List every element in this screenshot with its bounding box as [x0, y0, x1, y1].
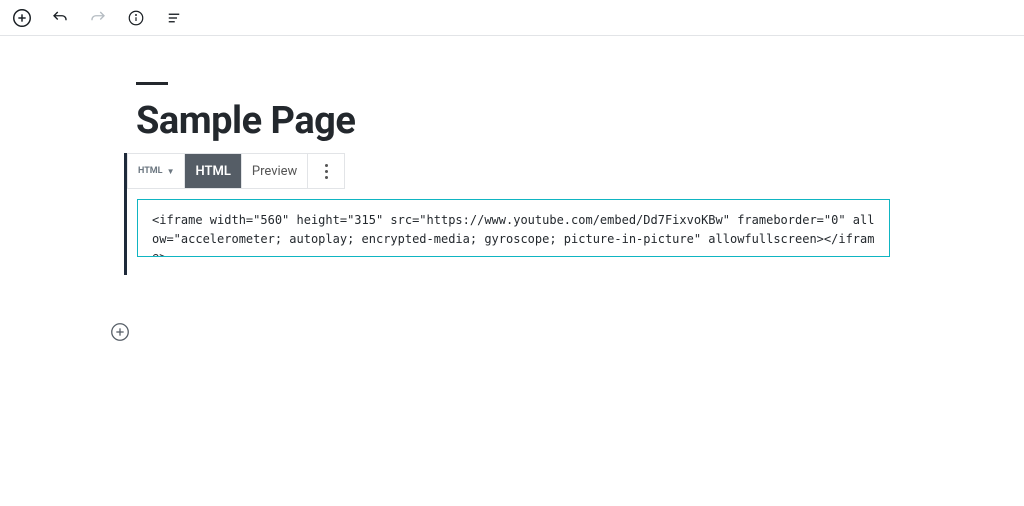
block-body — [127, 189, 900, 275]
tab-html[interactable]: HTML — [185, 154, 241, 188]
html-block: HTML ▼ HTML Preview — [124, 153, 900, 275]
page-title[interactable]: Sample Page — [136, 99, 900, 143]
add-block-button[interactable] — [10, 6, 34, 30]
add-block-below-button[interactable] — [108, 320, 132, 344]
block-type-switcher[interactable]: HTML ▼ — [128, 154, 185, 188]
editor-canvas: Sample Page HTML ▼ HTML Preview — [124, 36, 900, 275]
chevron-down-icon: ▼ — [167, 167, 175, 176]
info-button[interactable] — [124, 6, 148, 30]
title-separator — [136, 82, 168, 85]
editor-toolbar — [0, 0, 1024, 36]
html-code-input[interactable] — [137, 199, 890, 257]
more-options-button[interactable] — [308, 154, 344, 188]
redo-button[interactable] — [86, 6, 110, 30]
block-toolbar: HTML ▼ HTML Preview — [127, 153, 345, 189]
tab-preview[interactable]: Preview — [242, 154, 308, 188]
block-type-badge: HTML — [138, 166, 163, 176]
block-navigation-button[interactable] — [162, 6, 186, 30]
undo-button[interactable] — [48, 6, 72, 30]
